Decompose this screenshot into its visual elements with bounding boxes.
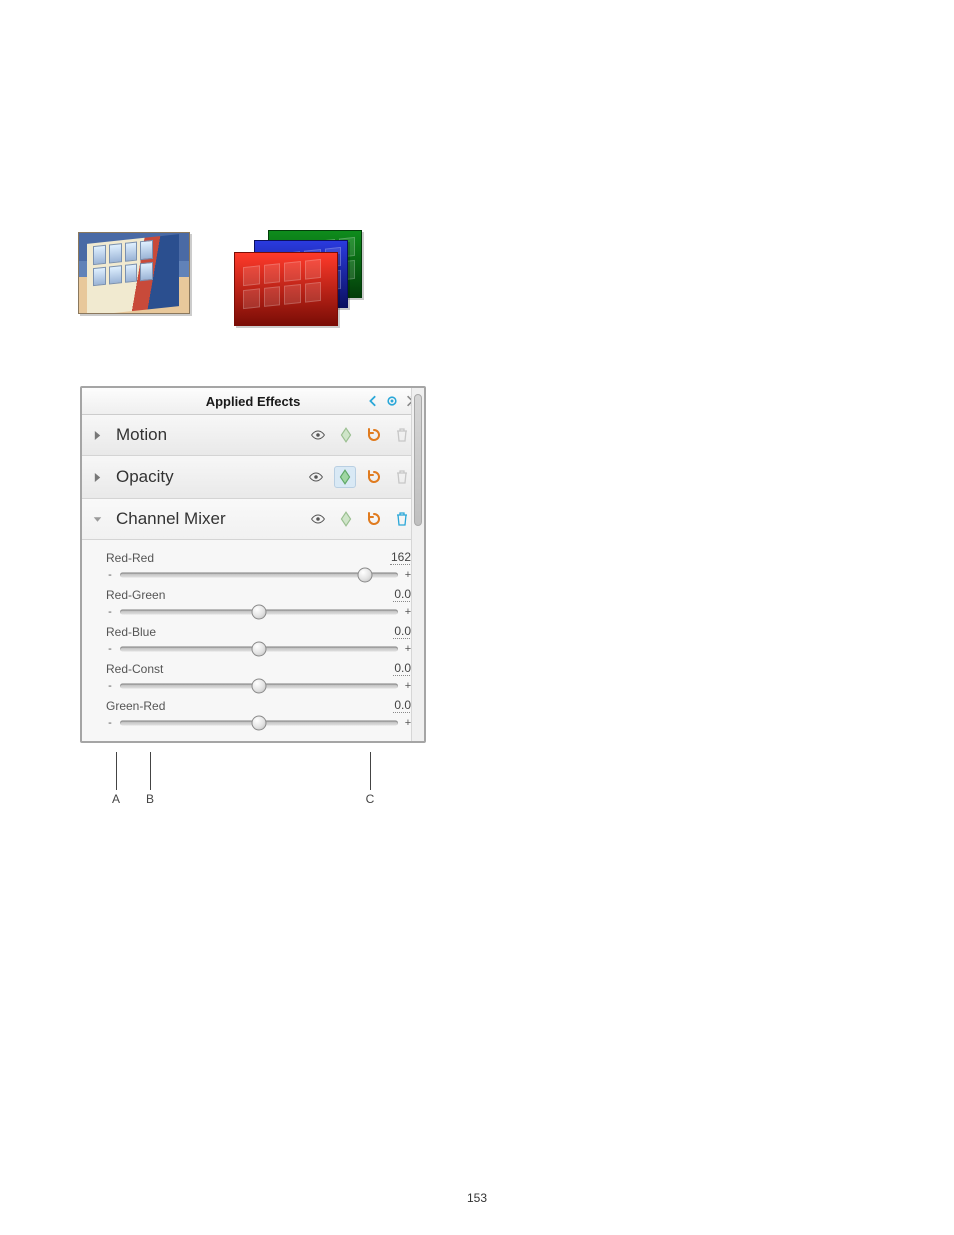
keyframe-icon[interactable] bbox=[334, 466, 356, 488]
effect-name: Motion bbox=[116, 425, 294, 445]
effect-name: Channel Mixer bbox=[116, 509, 294, 529]
panel-title: Applied Effects bbox=[206, 394, 301, 409]
slider-label: Green-Red bbox=[106, 699, 165, 713]
eye-icon[interactable] bbox=[308, 425, 328, 445]
effect-row-channel-mixer[interactable]: Channel Mixer bbox=[82, 499, 424, 540]
slider-row-red_const: Red-Const0.0-+ bbox=[106, 657, 412, 694]
slider-track[interactable] bbox=[120, 569, 398, 581]
disclosure-icon[interactable] bbox=[92, 472, 102, 483]
slider-track[interactable] bbox=[120, 717, 398, 729]
disclosure-icon[interactable] bbox=[92, 514, 102, 525]
effect-name: Opacity bbox=[116, 467, 292, 487]
callout-c: C bbox=[366, 792, 375, 806]
eye-icon[interactable] bbox=[306, 467, 326, 487]
slider-track[interactable] bbox=[120, 606, 398, 618]
slider-value[interactable]: 0.0 bbox=[393, 661, 412, 676]
page-number: 153 bbox=[0, 1191, 954, 1205]
slider-minus-button[interactable]: - bbox=[106, 606, 114, 618]
trash-icon bbox=[392, 425, 412, 445]
eye-icon[interactable] bbox=[308, 509, 328, 529]
slider-track[interactable] bbox=[120, 680, 398, 692]
reset-icon[interactable] bbox=[364, 467, 384, 487]
effect-row-motion[interactable]: Motion bbox=[82, 415, 424, 456]
reset-icon[interactable] bbox=[364, 509, 384, 529]
slider-minus-button[interactable]: - bbox=[106, 680, 114, 692]
effect-row-opacity[interactable]: Opacity bbox=[82, 456, 424, 499]
example-thumbnails bbox=[78, 230, 308, 320]
slider-row-green_red: Green-Red0.0-+ bbox=[106, 694, 412, 731]
disclosure-icon[interactable] bbox=[92, 430, 102, 441]
slider-label: Red-Green bbox=[106, 588, 165, 602]
trash-icon[interactable] bbox=[392, 509, 412, 529]
slider-minus-button[interactable]: - bbox=[106, 717, 114, 729]
channel-mixer-sliders: Red-Red162-+Red-Green0.0-+Red-Blue0.0-+R… bbox=[82, 540, 424, 741]
slider-value[interactable]: 0.0 bbox=[393, 587, 412, 602]
slider-track[interactable] bbox=[120, 643, 398, 655]
slider-value[interactable]: 162 bbox=[390, 550, 412, 565]
panel-keyframe-nav-icon[interactable] bbox=[386, 395, 398, 407]
reset-icon[interactable] bbox=[364, 425, 384, 445]
slider-value[interactable]: 0.0 bbox=[393, 698, 412, 713]
callout-b: B bbox=[146, 792, 154, 806]
applied-effects-panel: Applied Effects Motion bbox=[80, 386, 426, 743]
slider-label: Red-Blue bbox=[106, 625, 156, 639]
slider-minus-button[interactable]: - bbox=[106, 569, 114, 581]
slider-label: Red-Const bbox=[106, 662, 163, 676]
callout-a: A bbox=[112, 792, 120, 806]
original-image-thumbnail bbox=[78, 232, 190, 314]
trash-icon bbox=[392, 467, 412, 487]
keyframe-icon[interactable] bbox=[336, 509, 356, 529]
slider-row-red_green: Red-Green0.0-+ bbox=[106, 583, 412, 620]
figure-callouts: A B C bbox=[80, 752, 426, 808]
channel-thumbnail-red bbox=[234, 252, 338, 326]
slider-label: Red-Red bbox=[106, 551, 154, 565]
panel-nav-prev-icon[interactable] bbox=[368, 395, 380, 407]
slider-row-red_blue: Red-Blue0.0-+ bbox=[106, 620, 412, 657]
slider-row-red_red: Red-Red162-+ bbox=[106, 546, 412, 583]
slider-minus-button[interactable]: - bbox=[106, 643, 114, 655]
panel-scrollbar[interactable] bbox=[411, 388, 424, 741]
slider-value[interactable]: 0.0 bbox=[393, 624, 412, 639]
keyframe-icon[interactable] bbox=[336, 425, 356, 445]
panel-header: Applied Effects bbox=[82, 388, 424, 415]
